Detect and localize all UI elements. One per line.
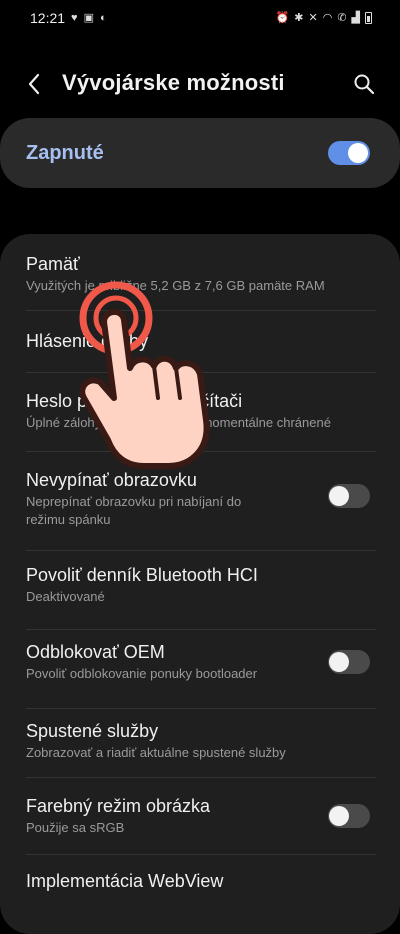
search-icon [354, 74, 375, 95]
item-title: Nevypínať obrazovku [26, 470, 197, 490]
oem-unlock-switch[interactable] [328, 650, 370, 674]
status-left: 12:21 ♥ ▣ ◐ [30, 10, 107, 26]
list-item-picture-color-mode[interactable]: Farebný režim obrázka Použije sa sRGB [0, 778, 400, 854]
signal-icon: ▟ [351, 11, 360, 24]
alarm-icon: ⏰ [275, 11, 290, 24]
back-arrow-icon [28, 73, 40, 95]
settings-list: Pamäť Využitých je približne 5,2 GB z 7,… [0, 234, 400, 934]
item-subtitle: Deaktivované [26, 589, 105, 604]
switch-knob [348, 143, 368, 163]
item-subtitle: Zobrazovať a riadiť aktuálne spustené sl… [26, 745, 286, 760]
item-subtitle: Povoliť odblokovanie ponuky bootloader [26, 666, 258, 681]
item-title: Pamäť [26, 254, 80, 274]
list-item-memory[interactable]: Pamäť Využitých je približne 5,2 GB z 7,… [0, 234, 400, 310]
item-title: Farebný režim obrázka [26, 796, 211, 816]
status-bar: 12:21 ♥ ▣ ◐ ⏰ ✱ ✕ ◠ ✆ ▟ [0, 0, 400, 36]
list-item-running-services[interactable]: Spustené služby Zobrazovať a riadiť aktu… [0, 709, 400, 787]
list-item-webview[interactable]: Implementácia WebView [0, 855, 400, 915]
list-item-backup-password[interactable]: Heslo pre zálohu v počítači Úplné zálohy… [0, 373, 400, 451]
status-right: ⏰ ✱ ✕ ◠ ✆ ▟ [276, 12, 372, 24]
status-time: 12:21 [30, 10, 66, 26]
wifi-icon: ◠ [322, 11, 333, 24]
switch-knob [329, 652, 349, 672]
stay-awake-switch[interactable] [328, 484, 370, 508]
gallery-notification-icon: ▣ [83, 11, 94, 24]
battery-icon [365, 12, 372, 24]
item-title: Odblokovať OEM [26, 642, 165, 662]
messenger-notification-icon: ◐ [99, 11, 107, 24]
item-subtitle: Úplné zálohy v počítači nie sú momentáln… [26, 415, 331, 430]
item-title: Spustené služby [26, 721, 159, 741]
list-item-bluetooth-hci[interactable]: Povoliť denník Bluetooth HCI Deaktivovan… [0, 551, 400, 629]
back-button[interactable] [18, 68, 50, 100]
volte-icon: ✆ [337, 11, 347, 24]
list-item-bug-report[interactable]: Hlásenie chyby [0, 311, 400, 372]
list-item-oem-unlock[interactable]: Odblokovať OEM Povoliť odblokovanie ponu… [0, 630, 400, 708]
switch-knob [329, 486, 349, 506]
item-title: Povoliť denník Bluetooth HCI [26, 565, 258, 585]
heart-notification-icon: ♥ [71, 11, 78, 24]
item-title: Heslo pre zálohu v počítači [26, 391, 243, 411]
bluetooth-icon: ✱ [294, 11, 304, 24]
search-button[interactable] [348, 68, 380, 100]
master-toggle-switch[interactable] [328, 141, 370, 165]
master-toggle-card[interactable]: Zapnuté [0, 118, 400, 188]
page-title: Vývojárske možnosti [62, 70, 285, 95]
app-bar: Vývojárske možnosti [0, 58, 400, 108]
item-subtitle: Použije sa sRGB [26, 820, 125, 835]
list-item-stay-awake[interactable]: Nevypínať obrazovku Neprepínať obrazovku… [0, 452, 400, 550]
item-subtitle: Neprepínať obrazovku pri nabíjaní do rež… [26, 494, 242, 527]
mute-icon: ✕ [308, 11, 318, 24]
item-subtitle: Využitých je približne 5,2 GB z 7,6 GB p… [26, 278, 325, 293]
master-toggle-label: Zapnuté [26, 142, 104, 164]
picture-color-mode-switch[interactable] [328, 804, 370, 828]
switch-knob [329, 806, 349, 826]
item-title: Hlásenie chyby [26, 331, 149, 351]
